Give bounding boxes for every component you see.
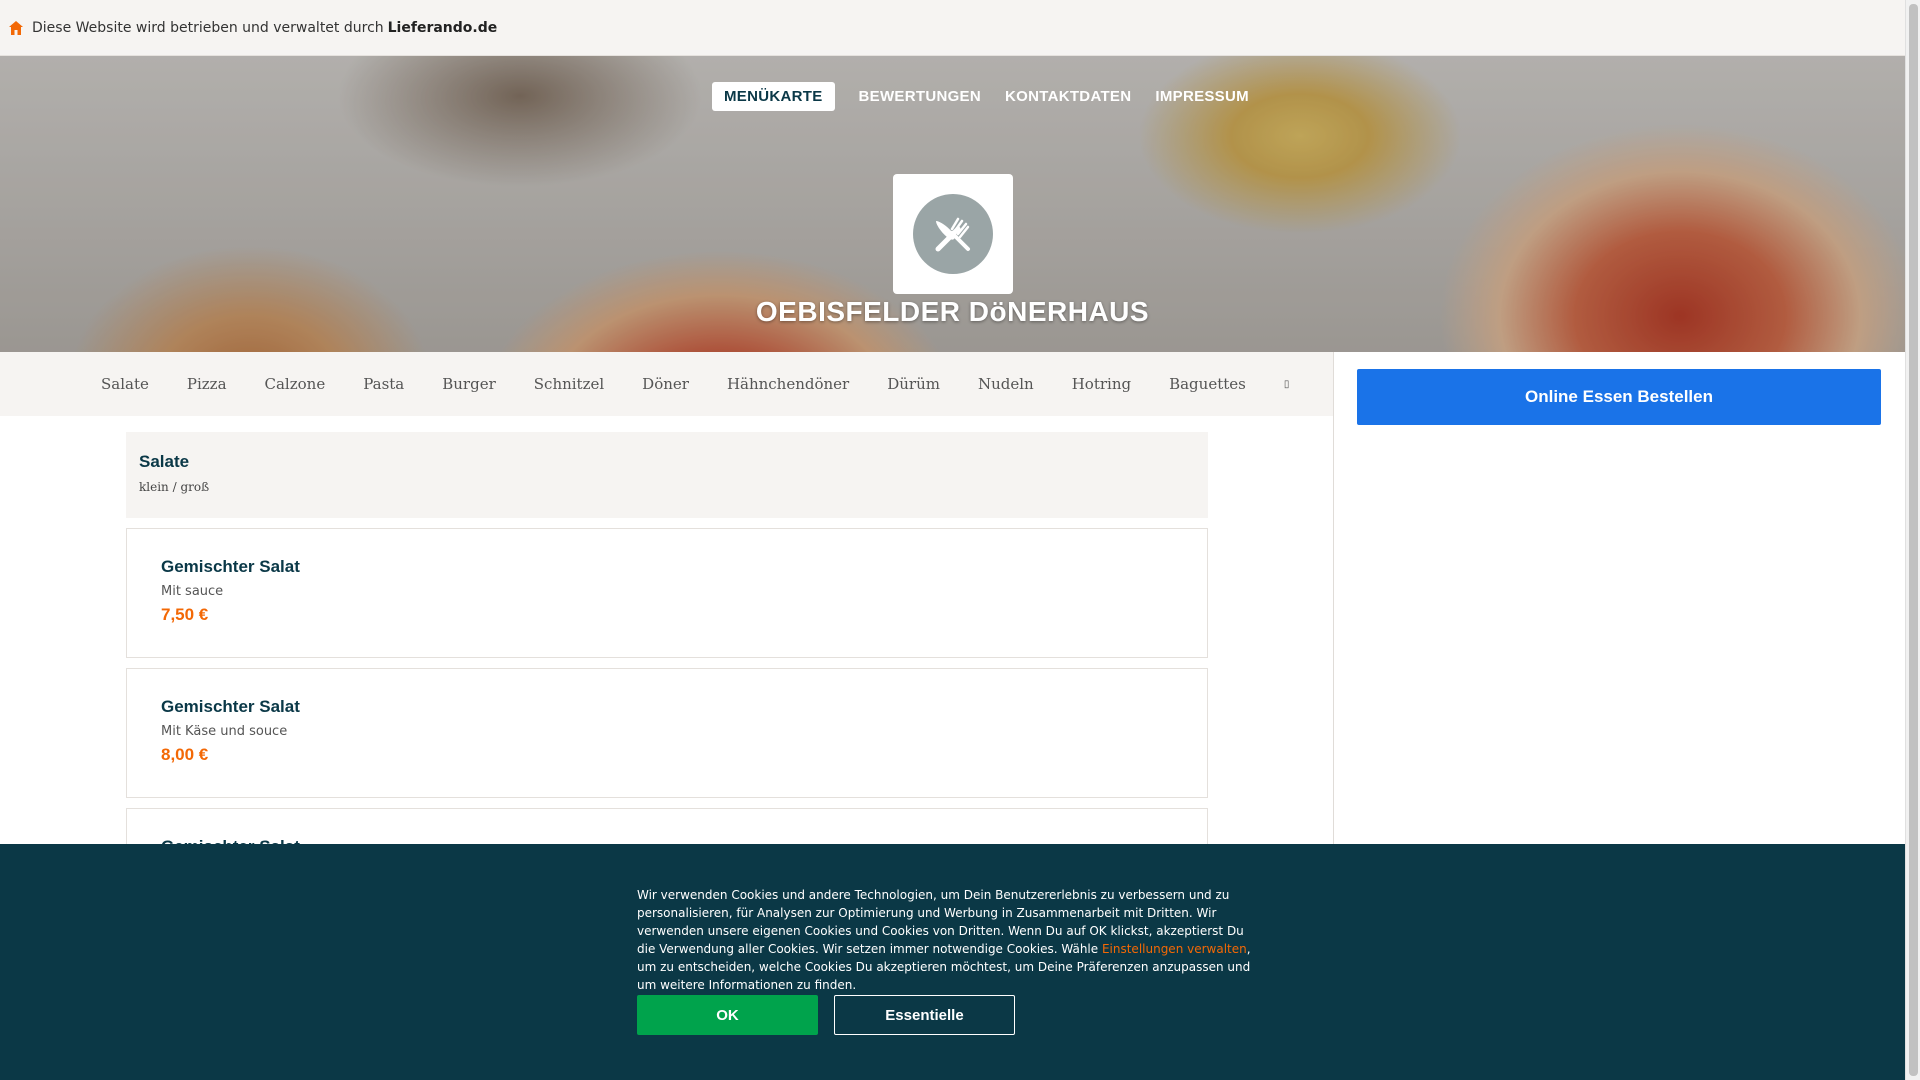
info-bar-text: Diese Website wird betrieben und verwalt… <box>32 19 384 36</box>
category-pizza[interactable]: Pizza <box>187 375 227 393</box>
category-doener[interactable]: Döner <box>642 375 689 393</box>
section-subtitle: klein / groß <box>139 480 210 494</box>
info-bar-brand[interactable]: Lieferando.de <box>388 20 498 36</box>
main-nav: MENÜKARTE BEWERTUNGEN KONTAKTDATEN IMPRE… <box>712 82 1261 111</box>
category-bar: Salate Pizza Calzone Pasta Burger Schnit… <box>0 352 1334 416</box>
dish-price: 8,00 € <box>161 745 209 764</box>
restaurant-name: OEBISFELDER DöNERHAUS <box>755 296 1150 327</box>
section-title: Salate <box>139 452 190 471</box>
category-haehnchendoener[interactable]: Hähnchendöner <box>727 375 849 393</box>
dish-name: Gemischter Salat <box>161 557 300 576</box>
menu-section-header: Salate klein / groß <box>126 432 1208 518</box>
category-schnitzel[interactable]: Schnitzel <box>534 375 604 393</box>
cookie-essential-button[interactable]: Essentielle <box>834 995 1015 1035</box>
category-burger[interactable]: Burger <box>442 375 496 393</box>
dish-card[interactable]: Gemischter Salat Mit sauce 7,50 € <box>126 528 1208 658</box>
nav-menukarte[interactable]: MENÜKARTE <box>712 82 835 111</box>
dish-name: Gemischter Salat <box>161 697 300 716</box>
nav-kontaktdaten[interactable]: KONTAKTDATEN <box>993 82 1143 111</box>
category-baguettes[interactable]: Baguettes <box>1169 375 1246 393</box>
category-salate[interactable]: Salate <box>101 375 149 393</box>
category-hotring[interactable]: Hotring <box>1072 375 1131 393</box>
dish-price: 7,50 € <box>161 605 209 624</box>
hero-banner: MENÜKARTE BEWERTUNGEN KONTAKTDATEN IMPRE… <box>0 56 1905 352</box>
info-bar: Diese Website wird betrieben und verwalt… <box>0 0 1905 56</box>
dish-description: Mit sauce <box>161 584 224 599</box>
order-online-button[interactable]: Online Essen Bestellen <box>1357 369 1881 425</box>
category-pasta[interactable]: Pasta <box>363 375 404 393</box>
category-calzone[interactable]: Calzone <box>265 375 326 393</box>
dish-card[interactable]: Gemischter Salat Mit Käse und souce 8,00… <box>126 668 1208 798</box>
page-scrollbar[interactable] <box>1905 0 1920 1080</box>
dish-description: Mit Käse und souce <box>161 724 288 739</box>
scrollbar-thumb[interactable] <box>1909 4 1918 1076</box>
cutlery-icon <box>913 194 993 274</box>
category-nudeln[interactable]: Nudeln <box>978 375 1034 393</box>
cookie-banner: Wir verwenden Cookies und andere Technol… <box>0 844 1905 1080</box>
category-dueruem[interactable]: Dürüm <box>887 375 940 393</box>
cookie-text: Wir verwenden Cookies und andere Technol… <box>637 886 1262 994</box>
home-icon <box>9 20 23 35</box>
cookie-settings-link[interactable]: Einstellungen verwalten <box>1102 942 1247 956</box>
nav-impressum[interactable]: IMPRESSUM <box>1143 82 1261 111</box>
restaurant-logo <box>893 174 1013 294</box>
more-categories-icon[interactable]: ▯ <box>1284 379 1290 390</box>
cookie-ok-button[interactable]: OK <box>637 995 818 1035</box>
nav-bewertungen[interactable]: BEWERTUNGEN <box>847 82 993 111</box>
